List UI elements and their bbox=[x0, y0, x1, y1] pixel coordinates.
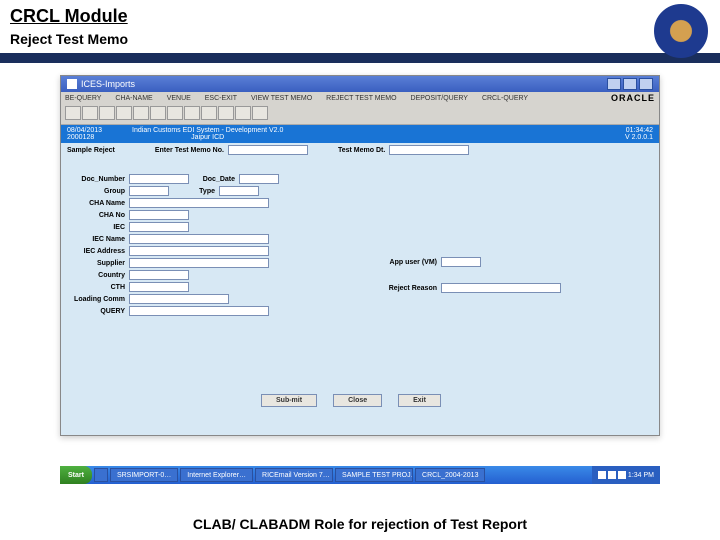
tray-icon[interactable] bbox=[598, 471, 606, 479]
toolbar-button[interactable] bbox=[167, 106, 183, 120]
toolbar-button[interactable] bbox=[116, 106, 132, 120]
minimize-button[interactable] bbox=[607, 78, 621, 90]
field-label: IEC Name bbox=[67, 236, 129, 243]
clock: 1:34 PM bbox=[628, 472, 654, 479]
field-label: IEC Address bbox=[67, 248, 129, 255]
taskbar-item[interactable] bbox=[94, 468, 108, 482]
toolbar-button[interactable] bbox=[235, 106, 251, 120]
status-version: V 2.0.0.1 bbox=[625, 134, 653, 141]
cha-no-input[interactable] bbox=[129, 210, 189, 220]
supplier-input[interactable] bbox=[129, 258, 269, 268]
page-title: CRCL Module bbox=[10, 6, 710, 27]
cth-input[interactable] bbox=[129, 282, 189, 292]
group-input[interactable] bbox=[129, 186, 169, 196]
section-title: Sample Reject bbox=[67, 147, 115, 154]
field-label: CHA No bbox=[67, 212, 129, 219]
query-input[interactable] bbox=[129, 306, 269, 316]
field-label: App user (VM) bbox=[371, 259, 441, 266]
field-label: CTH bbox=[67, 284, 129, 291]
status-system: Indian Customs EDI System - Development … bbox=[132, 127, 283, 134]
reject-reason-input[interactable] bbox=[441, 283, 561, 293]
field-label: Enter Test Memo No. bbox=[155, 147, 224, 154]
iec-name-input[interactable] bbox=[129, 234, 269, 244]
field-label: Type bbox=[169, 188, 219, 195]
toolbar-button[interactable] bbox=[150, 106, 166, 120]
menu-item[interactable]: CRCL-QUERY bbox=[482, 95, 528, 102]
field-label: Country bbox=[67, 272, 129, 279]
content-area: 08/04/2013 2000128 Indian Customs EDI Sy… bbox=[61, 125, 659, 435]
iec-address-input[interactable] bbox=[129, 246, 269, 256]
field-label: Test Memo Dt. bbox=[338, 147, 385, 154]
menubar: BE-QUERY CHA-NAME VENUE ESC-EXIT VIEW TE… bbox=[61, 92, 659, 104]
taskbar-item[interactable]: CRCL_2004-2013 bbox=[415, 468, 485, 482]
brand-label: ORACLE bbox=[611, 93, 655, 103]
test-memo-no-input[interactable] bbox=[228, 145, 308, 155]
field-label: QUERY bbox=[67, 308, 129, 315]
toolbar-button[interactable] bbox=[133, 106, 149, 120]
field-label: Group bbox=[67, 188, 129, 195]
menu-item[interactable]: REJECT TEST MEMO bbox=[326, 95, 396, 102]
type-input[interactable] bbox=[219, 186, 259, 196]
exit-button[interactable]: Exit bbox=[398, 394, 441, 407]
field-label: CHA Name bbox=[67, 200, 129, 207]
toolbar bbox=[61, 104, 659, 125]
iec-input[interactable] bbox=[129, 222, 189, 232]
field-label: Reject Reason bbox=[371, 285, 441, 292]
status-location: Jaipur ICD bbox=[132, 134, 283, 141]
system-tray[interactable]: 1:34 PM bbox=[592, 466, 660, 484]
toolbar-button[interactable] bbox=[65, 106, 81, 120]
taskbar-item[interactable]: SAMPLE TEST PROJ… bbox=[335, 468, 413, 482]
status-time: 01:34:42 bbox=[625, 127, 653, 134]
approver-input[interactable] bbox=[441, 257, 481, 267]
menu-item[interactable]: DEPOSIT/QUERY bbox=[411, 95, 468, 102]
window-titlebar: ICES-Imports bbox=[61, 76, 659, 92]
maximize-button[interactable] bbox=[623, 78, 637, 90]
menu-item[interactable]: CHA-NAME bbox=[115, 95, 152, 102]
toolbar-button[interactable] bbox=[82, 106, 98, 120]
doc-number-input[interactable] bbox=[129, 174, 189, 184]
toolbar-button[interactable] bbox=[201, 106, 217, 120]
field-label: Supplier bbox=[67, 260, 129, 267]
menu-item[interactable]: VIEW TEST MEMO bbox=[251, 95, 312, 102]
taskbar-item[interactable]: SRSIMPORT-0… bbox=[110, 468, 178, 482]
menu-item[interactable]: VENUE bbox=[167, 95, 191, 102]
taskbar-item[interactable]: Internet Explorer… bbox=[180, 468, 253, 482]
taskbar-item[interactable]: RICEmail Version 7… bbox=[255, 468, 333, 482]
divider-bar bbox=[0, 53, 720, 63]
menu-item[interactable]: BE-QUERY bbox=[65, 95, 101, 102]
form-area: Sample Reject Enter Test Memo No. Test M… bbox=[61, 143, 659, 423]
status-strip: 08/04/2013 2000128 Indian Customs EDI Sy… bbox=[61, 125, 659, 143]
status-code: 2000128 bbox=[67, 134, 102, 141]
app-window: ICES-Imports BE-QUERY CHA-NAME VENUE ESC… bbox=[60, 75, 660, 436]
emblem-logo bbox=[654, 4, 708, 58]
tray-icon[interactable] bbox=[608, 471, 616, 479]
field-label: Doc_Number bbox=[67, 176, 129, 183]
start-button[interactable]: Start bbox=[60, 466, 92, 484]
close-button[interactable]: Close bbox=[333, 394, 382, 407]
toolbar-button[interactable] bbox=[218, 106, 234, 120]
country-input[interactable] bbox=[129, 270, 189, 280]
toolbar-button[interactable] bbox=[184, 106, 200, 120]
close-button[interactable] bbox=[639, 78, 653, 90]
loading-comm-input[interactable] bbox=[129, 294, 229, 304]
taskbar: Start SRSIMPORT-0… Internet Explorer… RI… bbox=[60, 466, 660, 484]
tray-icon[interactable] bbox=[618, 471, 626, 479]
window-title: ICES-Imports bbox=[81, 79, 135, 89]
toolbar-button[interactable] bbox=[99, 106, 115, 120]
test-memo-dt-input[interactable] bbox=[389, 145, 469, 155]
doc-date-input[interactable] bbox=[239, 174, 279, 184]
field-label: IEC bbox=[67, 224, 129, 231]
cha-name-input[interactable] bbox=[129, 198, 269, 208]
page-subtitle: Reject Test Memo bbox=[10, 31, 710, 47]
slide-caption: CLAB/ CLABADM Role for rejection of Test… bbox=[0, 516, 720, 532]
menu-item[interactable]: ESC-EXIT bbox=[205, 95, 237, 102]
field-label: Loading Comm bbox=[67, 296, 129, 303]
field-label: Doc_Date bbox=[189, 176, 239, 183]
app-icon bbox=[67, 79, 77, 89]
toolbar-button[interactable] bbox=[252, 106, 268, 120]
submit-button[interactable]: Sub-mit bbox=[261, 394, 317, 407]
status-date: 08/04/2013 bbox=[67, 127, 102, 134]
